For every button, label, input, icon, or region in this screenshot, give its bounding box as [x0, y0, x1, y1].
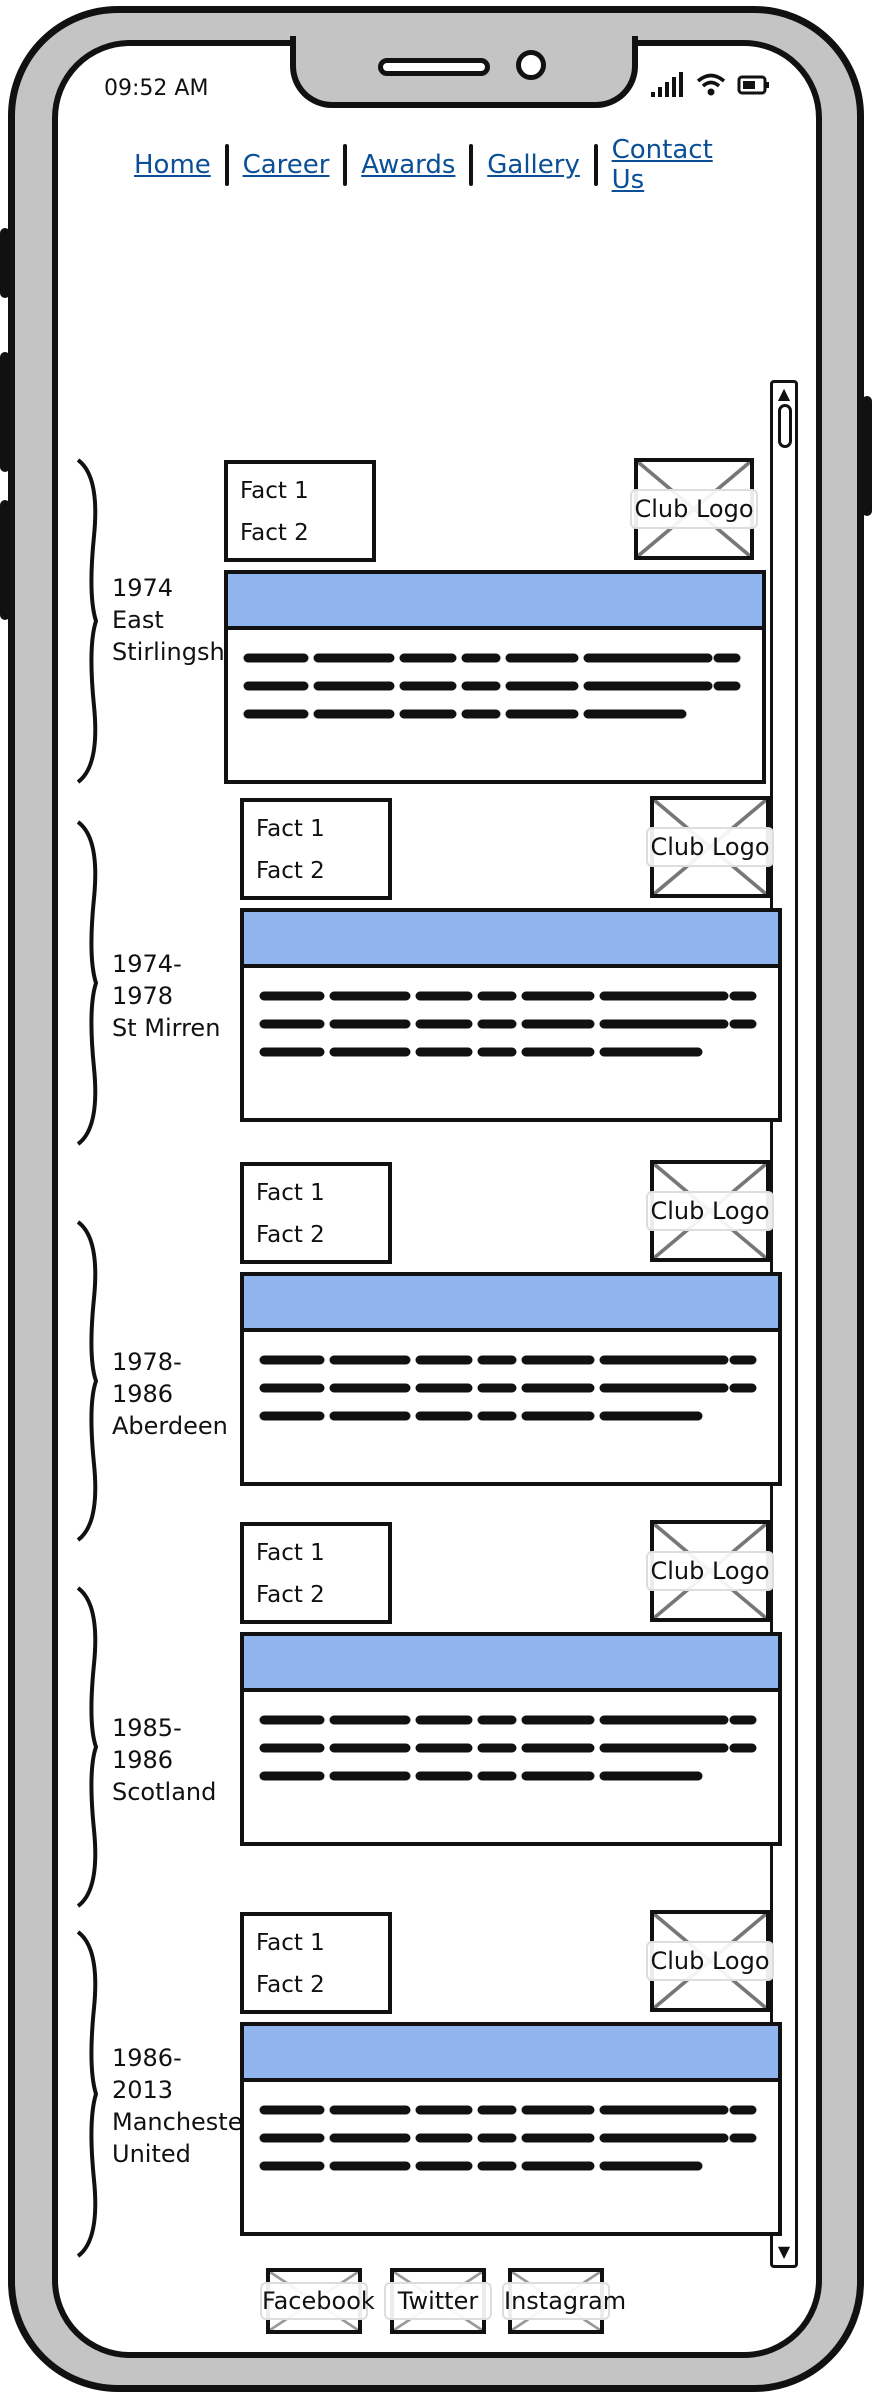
- side-button-right: [862, 396, 872, 516]
- facts-box: Fact 1 Fact 2: [224, 460, 376, 562]
- battery-icon: [737, 75, 770, 95]
- fact-item: Fact 1: [240, 478, 309, 504]
- fact-item: Fact 1: [256, 1930, 325, 1956]
- era-label: 1974 East Stirlingshi: [112, 574, 224, 666]
- side-button-left-1: [0, 228, 10, 298]
- era-label: 1974-1978 St Mirren: [112, 950, 221, 1042]
- club-logo-image: Club Logo: [646, 1520, 774, 1622]
- nav-contact-us[interactable]: Contact Us: [598, 135, 760, 195]
- card-header: [228, 574, 762, 630]
- timeline-brace: [68, 1928, 108, 2260]
- club-logo-label: Club Logo: [646, 1191, 774, 1231]
- status-icons: [650, 70, 771, 98]
- fact-item: Fact 2: [240, 520, 309, 546]
- era-label: 1978-1986 Aberdeen: [112, 1348, 228, 1440]
- card-header: [244, 1276, 778, 1332]
- placeholder-text: [258, 1350, 764, 1450]
- scroll-up-icon[interactable]: ▲: [774, 384, 794, 404]
- fact-item: Fact 2: [256, 1972, 325, 1998]
- fact-item: Fact 2: [256, 1222, 325, 1248]
- facebook-link[interactable]: Facebook: [260, 2268, 375, 2334]
- career-card: [240, 1272, 782, 1486]
- club-logo-label: Club Logo: [646, 1941, 774, 1981]
- speaker-icon: [378, 58, 490, 76]
- twitter-link[interactable]: Twitter: [384, 2268, 492, 2334]
- timeline-brace: [68, 1584, 108, 1910]
- facebook-label: Facebook: [260, 2282, 375, 2320]
- card-header: [244, 2026, 778, 2082]
- era-label: 1986-2013 Manchester United: [112, 2044, 240, 2168]
- club-logo-label: Club Logo: [646, 1551, 774, 1591]
- timeline-brace: [68, 818, 108, 1148]
- nav-awards[interactable]: Awards: [347, 150, 469, 180]
- facts-box: Fact 1 Fact 2: [240, 1522, 392, 1624]
- fact-item: Fact 1: [256, 1180, 325, 1206]
- placeholder-text: [258, 2100, 764, 2200]
- placeholder-text: [242, 648, 748, 748]
- nav-gallery[interactable]: Gallery: [473, 150, 594, 180]
- fact-item: Fact 1: [256, 816, 325, 842]
- wifi-icon: [696, 73, 725, 96]
- signal-icon: [651, 72, 683, 97]
- career-card: [240, 2022, 782, 2236]
- timeline-brace: [68, 456, 108, 786]
- facts-box: Fact 1 Fact 2: [240, 1162, 392, 1264]
- nav-career[interactable]: Career: [229, 150, 344, 180]
- camera-icon: [516, 50, 546, 80]
- facts-box: Fact 1 Fact 2: [240, 1912, 392, 2014]
- nav-home[interactable]: Home: [120, 150, 225, 180]
- club-logo-image: Club Logo: [646, 1910, 774, 2012]
- career-card: [224, 570, 766, 784]
- twitter-label: Twitter: [384, 2282, 492, 2320]
- club-logo-image: Club Logo: [630, 458, 758, 560]
- career-card: [240, 908, 782, 1122]
- club-logo-label: Club Logo: [630, 489, 758, 529]
- instagram-label: Instagram: [502, 2282, 626, 2320]
- scroll-thumb[interactable]: [778, 404, 792, 448]
- status-time: 09:52 AM: [104, 76, 209, 101]
- placeholder-text: [258, 986, 764, 1086]
- side-button-left-2: [0, 352, 10, 472]
- club-logo-label: Club Logo: [646, 827, 774, 867]
- scroll-down-icon[interactable]: ▼: [774, 2242, 794, 2262]
- side-button-left-3: [0, 500, 10, 620]
- instagram-link[interactable]: Instagram: [502, 2268, 626, 2334]
- club-logo-image: Club Logo: [646, 1160, 774, 1262]
- fact-item: Fact 1: [256, 1540, 325, 1566]
- fact-item: Fact 2: [256, 858, 325, 884]
- top-nav: Home Career Awards Gallery Contact Us: [120, 135, 760, 195]
- placeholder-text: [258, 1710, 764, 1810]
- timeline-brace: [68, 1218, 108, 1544]
- career-card: [240, 1632, 782, 1846]
- card-header: [244, 912, 778, 968]
- card-header: [244, 1636, 778, 1692]
- fact-item: Fact 2: [256, 1582, 325, 1608]
- club-logo-image: Club Logo: [646, 796, 774, 898]
- era-label: 1985-1986 Scotland: [112, 1714, 217, 1806]
- facts-box: Fact 1 Fact 2: [240, 798, 392, 900]
